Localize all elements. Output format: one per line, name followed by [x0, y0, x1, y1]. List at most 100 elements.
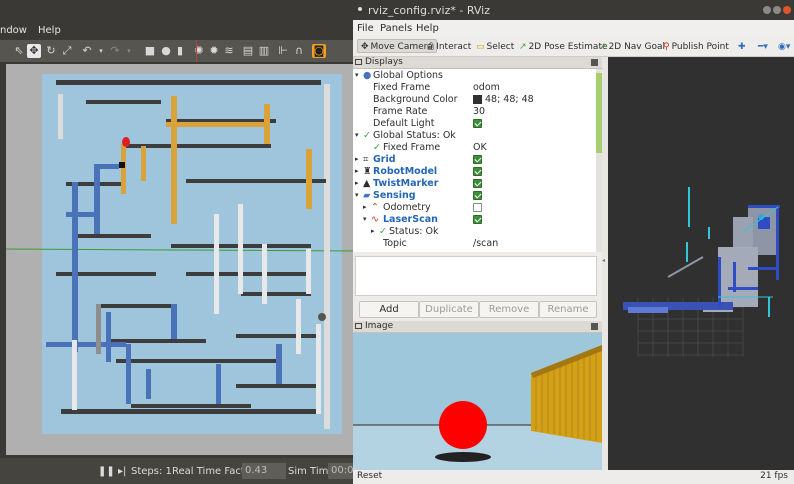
publish-point-icon: ⚲ — [663, 42, 670, 52]
red-ball — [439, 401, 487, 449]
add-tool-icon[interactable]: ✚ — [738, 40, 746, 54]
checkbox[interactable] — [473, 155, 482, 164]
directional-light-icon[interactable]: ≋ — [222, 44, 236, 58]
menu-window[interactable]: ndow — [0, 25, 27, 36]
interact-tool[interactable]: ⎙ Interact — [427, 40, 471, 54]
checkbox[interactable] — [473, 215, 482, 224]
tree-label: Topic — [383, 238, 407, 249]
pause-icon[interactable]: ❚❚ — [98, 466, 115, 477]
window-menu-icon[interactable] — [358, 7, 362, 11]
rviz-menubar: File Panels Help — [353, 20, 794, 37]
move-camera-tool[interactable]: ✥ Move Camera — [357, 39, 437, 53]
cylinder-shape-icon[interactable]: ▮ — [173, 44, 187, 58]
collapse-arrow-icon[interactable]: ◂ — [602, 257, 605, 264]
steps-label[interactable]: Steps: 1 — [131, 466, 172, 477]
rotate-mode-icon[interactable]: ↻ — [44, 44, 58, 58]
align-icon[interactable]: ⊩ — [276, 44, 290, 58]
sphere-shape-icon[interactable]: ● — [159, 44, 173, 58]
menu-help[interactable]: Help — [416, 23, 439, 34]
step-icon[interactable]: ▸| — [118, 466, 126, 477]
maze-wall — [66, 212, 96, 217]
camera-image — [353, 333, 602, 470]
maze-wall — [46, 342, 126, 347]
close-icon[interactable] — [783, 6, 791, 14]
rviz-left-dock: Displays ▾ ● Global Options Fixed Frame … — [353, 57, 602, 484]
rviz-statusbar: 21 fps — [602, 470, 794, 484]
spot-light-icon[interactable]: ✹ — [207, 44, 221, 58]
camera-image-view — [353, 333, 602, 470]
maze-wall — [166, 122, 266, 127]
publish-point-tool[interactable]: ⚲ Publish Point — [663, 40, 729, 54]
remove-display-button[interactable]: Remove — [479, 301, 539, 318]
maze-wall — [72, 340, 77, 410]
maze-wall — [106, 312, 111, 362]
redo-icon[interactable]: ↷ — [108, 44, 122, 58]
view-options-icon[interactable]: ◉▾ — [778, 40, 790, 54]
maze-wall — [306, 149, 312, 209]
remove-tool-icon[interactable]: ━▾ — [758, 40, 768, 54]
translate-mode-icon[interactable]: ✥ — [27, 44, 41, 58]
snap-icon[interactable]: ∩ — [292, 44, 306, 58]
undo-dropdown-icon[interactable]: ▾ — [94, 44, 108, 58]
panel-icon — [355, 59, 362, 65]
maze-wall — [56, 80, 321, 85]
checkbox[interactable] — [473, 119, 482, 128]
menu-file[interactable]: File — [357, 23, 374, 34]
copy-icon[interactable]: ▤ — [241, 44, 255, 58]
rename-display-button[interactable]: Rename — [539, 301, 597, 318]
nav-goal-label: 2D Nav Goal — [608, 42, 665, 52]
maze-wall — [86, 100, 161, 104]
add-display-button[interactable]: Add — [359, 301, 419, 318]
duplicate-display-button[interactable]: Duplicate — [419, 301, 479, 318]
gazebo-statusbar: ❚❚ ▸| Steps: 1 Real Time Factor: 0.43 Si… — [0, 458, 360, 484]
point-light-icon[interactable]: ✺ — [192, 44, 206, 58]
maze-wall — [264, 104, 270, 144]
interact-icon: ⎙ — [427, 42, 435, 52]
reset-button[interactable]: Reset — [357, 471, 382, 481]
checkbox[interactable] — [473, 179, 482, 188]
paste-icon[interactable]: ▥ — [257, 44, 271, 58]
maximize-icon[interactable] — [773, 6, 781, 14]
camera-icon[interactable]: ◙ — [312, 44, 326, 58]
maze-wall — [316, 324, 321, 414]
grey-sphere — [318, 313, 326, 321]
gazebo-3d-view[interactable] — [6, 64, 353, 455]
redo-dropdown-icon[interactable]: ▾ — [122, 44, 136, 58]
image-panel-title: Image — [365, 321, 394, 331]
nav-goal-tool[interactable]: ↗ 2D Nav Goal — [599, 40, 665, 54]
tree-row-topic[interactable]: Topic /scan — [353, 237, 593, 250]
rviz-3d-view[interactable] — [608, 57, 794, 470]
pose-estimate-icon: ↗ — [519, 42, 527, 52]
menu-panels[interactable]: Panels — [380, 23, 412, 34]
rviz-toolbar: ✥ Move Camera ⎙ Interact ▭ Select ↗ 2D Pose … — [353, 37, 794, 57]
displays-tree[interactable]: ▾ ● Global Options Fixed Frame odom Back… — [353, 69, 596, 252]
select-label: Select — [486, 42, 515, 52]
property-description-box — [355, 256, 597, 296]
map-render — [608, 57, 794, 470]
close-panel-icon[interactable] — [591, 59, 598, 66]
maze-wall — [236, 384, 316, 388]
menu-help[interactable]: Help — [38, 25, 61, 36]
maze-wall — [186, 179, 326, 183]
maze-wall — [214, 214, 219, 314]
gazebo-window: ndow Help ⇖ ✥ ↻ ⤢ ↶ ▾ ↷ ▾ ■ ● ▮ ✺ ✹ ≋ ▤ … — [0, 0, 360, 484]
checkbox[interactable] — [473, 203, 482, 212]
pose-estimate-tool[interactable]: ↗ 2D Pose Estimate — [519, 40, 608, 54]
rviz-titlebar: rviz_config.rviz* - RViz — [353, 0, 794, 20]
close-panel-icon[interactable] — [591, 323, 598, 330]
maze-wall — [96, 304, 101, 354]
maze-wall — [61, 409, 321, 414]
checkbox[interactable] — [473, 167, 482, 176]
color-swatch[interactable] — [473, 95, 482, 104]
maze-wall — [94, 164, 119, 169]
maze-wall — [94, 164, 100, 234]
box-shape-icon[interactable]: ■ — [143, 44, 157, 58]
undo-icon[interactable]: ↶ — [80, 44, 94, 58]
scale-mode-icon[interactable]: ⤢ — [60, 44, 74, 58]
tree-value[interactable]: /scan — [473, 237, 498, 250]
select-tool[interactable]: ▭ Select — [476, 40, 514, 54]
minimize-icon[interactable] — [763, 6, 771, 14]
checkbox[interactable] — [473, 191, 482, 200]
select-mode-icon[interactable]: ⇖ — [12, 44, 26, 58]
maze-wall — [56, 272, 156, 276]
